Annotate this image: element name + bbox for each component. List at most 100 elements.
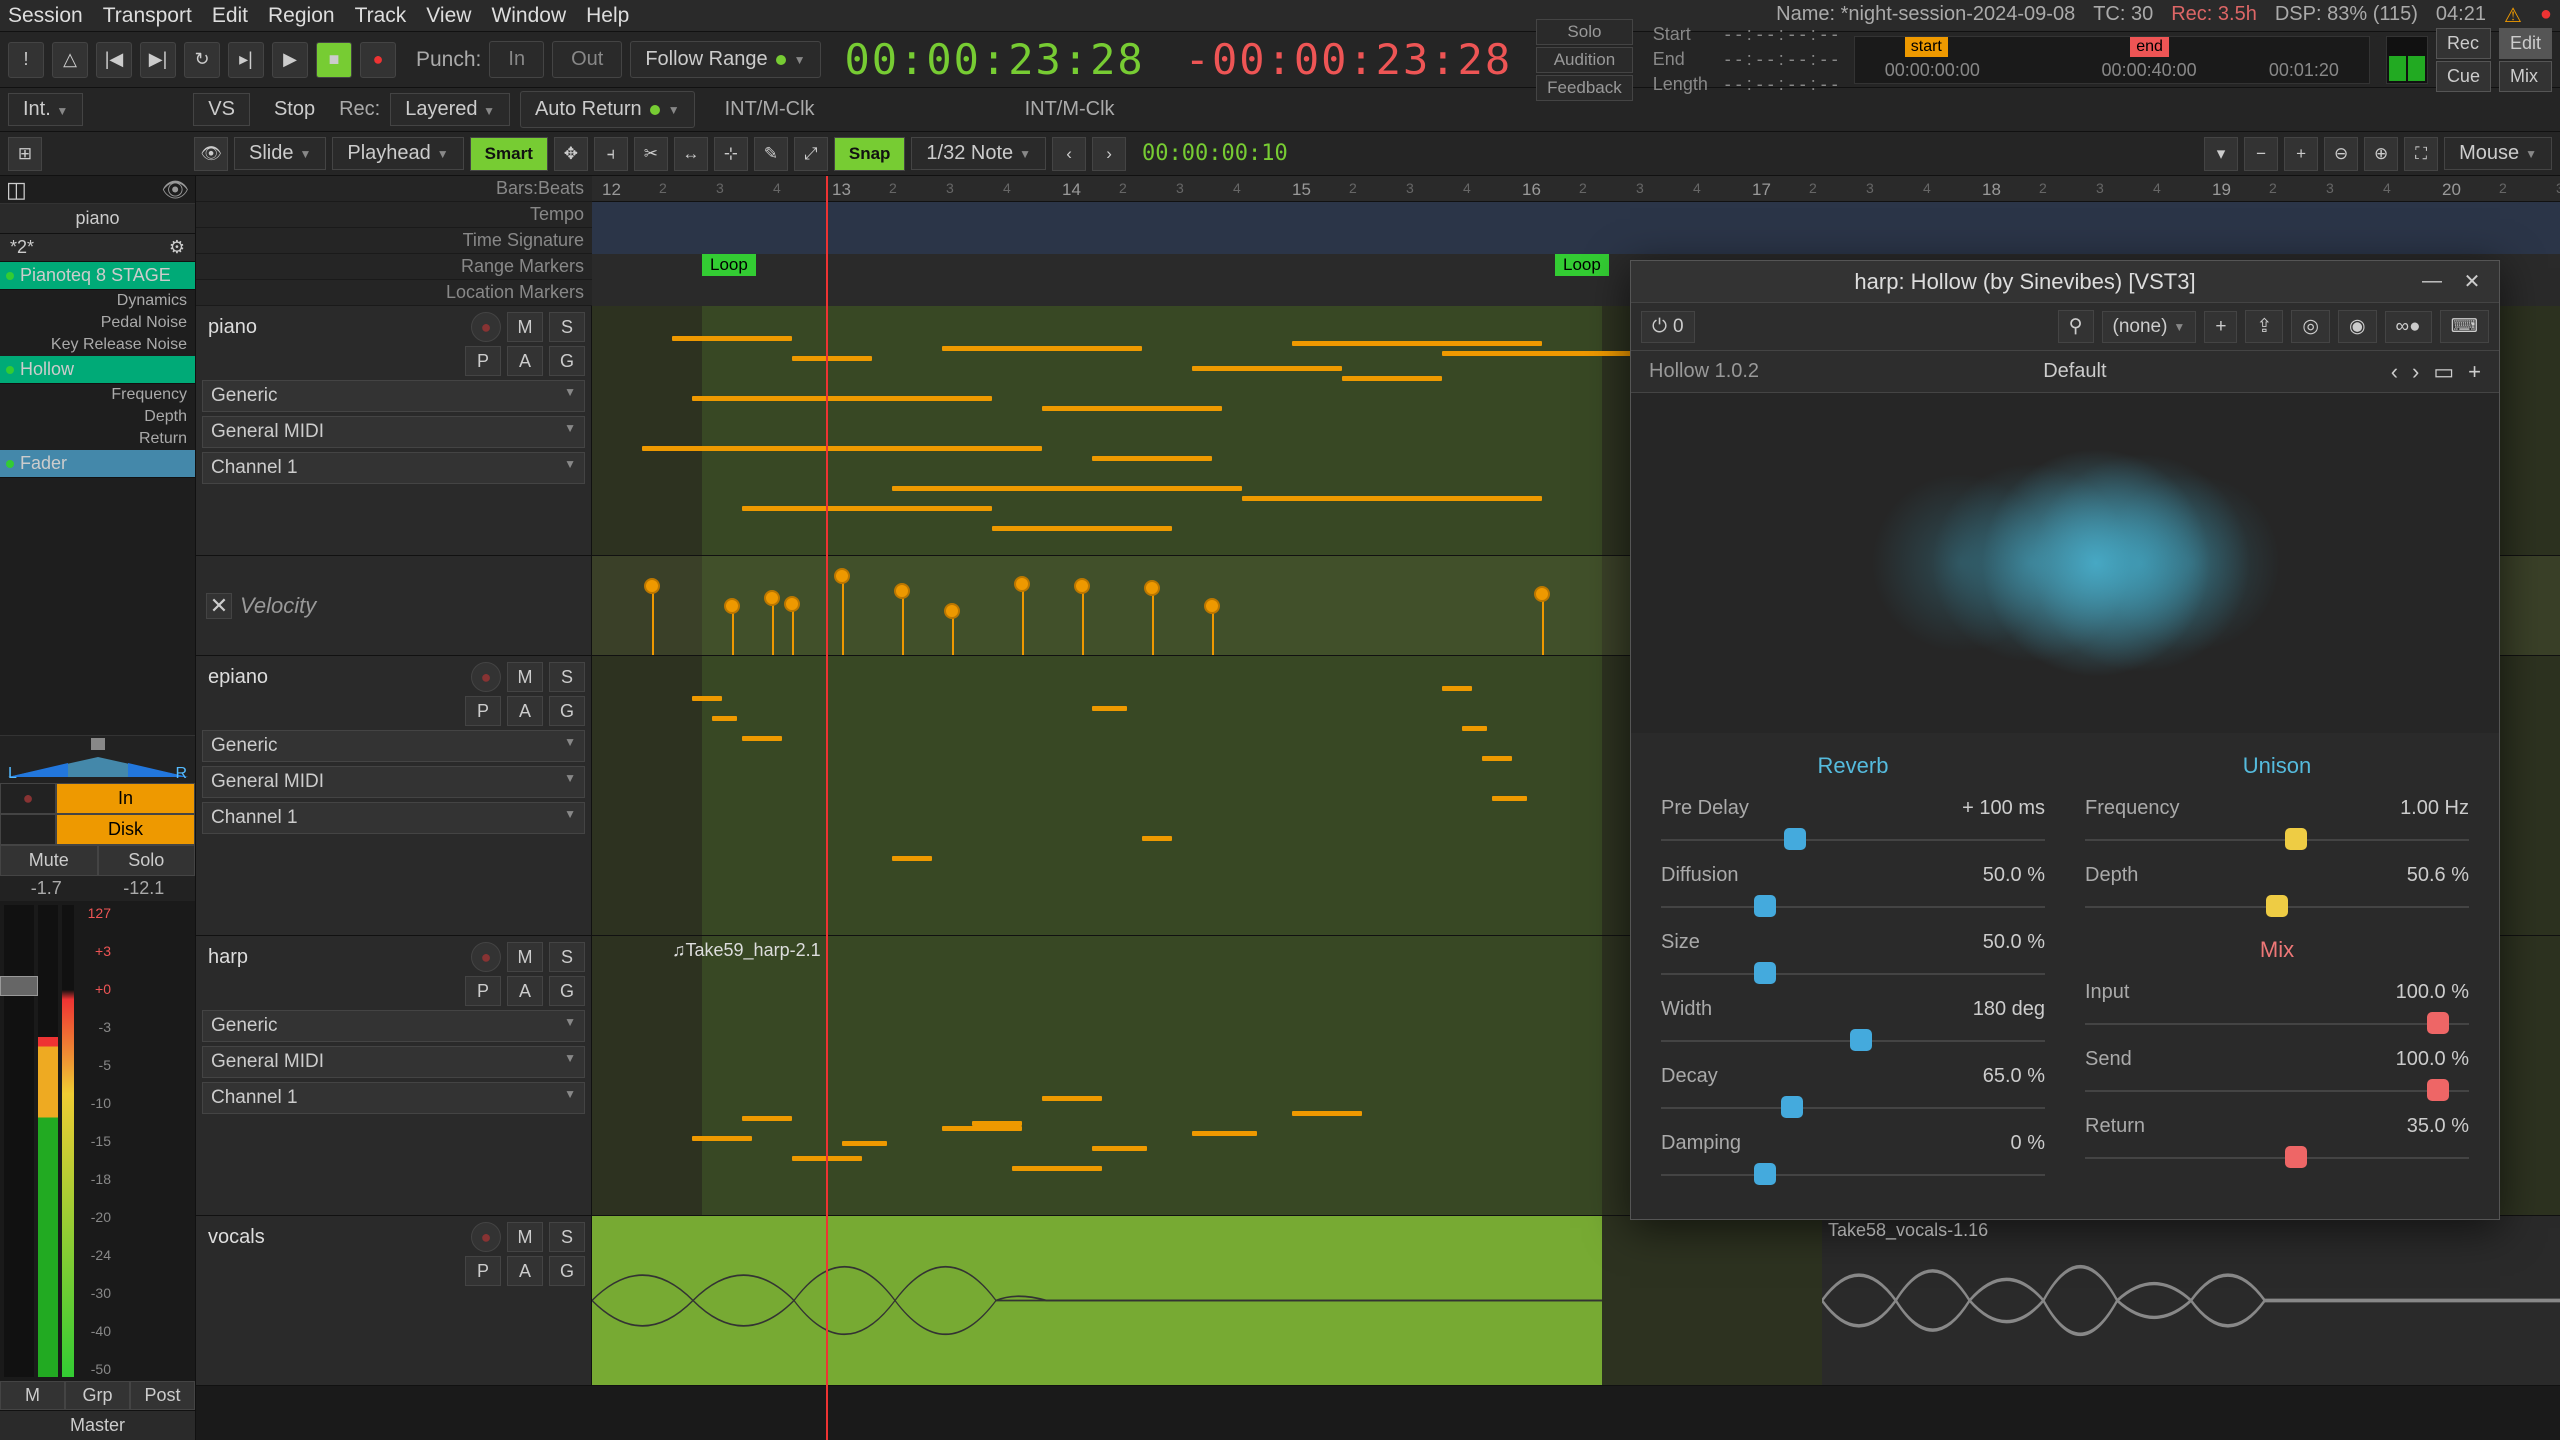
mini-timeline[interactable]: start end 00:00:00:00 00:00:40:00 00:01:… bbox=[1854, 36, 2370, 84]
track-header-harp[interactable]: harp●MSPAGGeneric▼General MIDI▼Channel 1… bbox=[196, 936, 592, 1215]
param-value-damping[interactable]: 0 % bbox=[1925, 1132, 2045, 1155]
play-button[interactable]: ▶ bbox=[272, 42, 308, 78]
midi-note[interactable] bbox=[1192, 366, 1342, 371]
track-a-button[interactable]: A bbox=[507, 346, 543, 376]
plugin-titlebar[interactable]: harp: Hollow (by Sinevibes) [VST3] — ✕ bbox=[1631, 261, 2499, 303]
track-mute-button[interactable]: M bbox=[507, 662, 543, 692]
param-value-diffusion[interactable]: 50.0 % bbox=[1925, 864, 2045, 887]
master-meter[interactable] bbox=[2386, 36, 2428, 84]
track-name[interactable]: epiano bbox=[202, 664, 465, 691]
tool-object-icon[interactable]: ⊞ bbox=[8, 137, 42, 171]
track-rec-button[interactable]: ● bbox=[471, 942, 501, 972]
status-error-icon[interactable]: ● bbox=[2540, 3, 2552, 28]
track-select[interactable]: Generic▼ bbox=[202, 730, 585, 762]
strip-width-icon[interactable]: ◫ bbox=[6, 177, 27, 203]
playhead[interactable] bbox=[826, 176, 828, 1440]
ruler-tempo-label[interactable]: Tempo bbox=[196, 202, 592, 228]
midi-note[interactable] bbox=[792, 356, 872, 361]
param-value-size[interactable]: 50.0 % bbox=[1925, 931, 2045, 954]
midi-note[interactable] bbox=[972, 1121, 1022, 1126]
marker-end[interactable]: end bbox=[2130, 37, 2169, 57]
plugin-param-key-release-noise[interactable]: Key Release Noise bbox=[0, 334, 195, 356]
zoom-out-v-icon[interactable]: − bbox=[2244, 137, 2278, 171]
tool-grab-icon[interactable]: ✥ bbox=[554, 137, 588, 171]
track-select[interactable]: Generic▼ bbox=[202, 380, 585, 412]
track-g-button[interactable]: G bbox=[549, 976, 585, 1006]
tool-stretch-icon[interactable]: ↔ bbox=[674, 137, 708, 171]
loop-button[interactable]: ↻ bbox=[184, 42, 220, 78]
record-button[interactable]: ● bbox=[360, 42, 396, 78]
plugin-automation-icon[interactable]: ◎ bbox=[2291, 310, 2330, 343]
midi-note[interactable] bbox=[742, 736, 782, 741]
plugin-fader[interactable]: Fader bbox=[0, 450, 195, 478]
plugin-param-return[interactable]: Return bbox=[0, 428, 195, 450]
midi-note[interactable] bbox=[1462, 726, 1487, 731]
track-select[interactable]: General MIDI▼ bbox=[202, 416, 585, 448]
param-slider-diffusion[interactable] bbox=[1661, 895, 2045, 917]
track-select[interactable]: Generic▼ bbox=[202, 1010, 585, 1042]
midi-note[interactable] bbox=[1092, 706, 1127, 711]
ruler-bars-label[interactable]: Bars:Beats bbox=[196, 176, 592, 202]
velocity-point[interactable] bbox=[724, 598, 740, 614]
midi-note[interactable] bbox=[742, 1116, 792, 1121]
track-content-vocals[interactable]: Take58_vocals-1.16 bbox=[592, 1216, 2560, 1385]
midi-note[interactable] bbox=[692, 396, 992, 401]
delta-timecode[interactable]: -00:00:23:28 bbox=[1169, 35, 1528, 84]
strip-gear-icon[interactable]: ⚙ bbox=[169, 237, 185, 258]
track-mute-button[interactable]: M bbox=[507, 942, 543, 972]
strip-gain-value[interactable]: -1.7 bbox=[31, 878, 62, 899]
zoom-focus-select[interactable]: Mouse▼ bbox=[2444, 137, 2552, 170]
play-range-button[interactable]: ▸| bbox=[228, 42, 264, 78]
strip-grp-button[interactable]: Grp bbox=[65, 1381, 130, 1410]
punch-in-button[interactable]: In bbox=[489, 41, 544, 78]
audio-region[interactable] bbox=[592, 1216, 1602, 1385]
param-value-decay[interactable]: 65.0 % bbox=[1925, 1065, 2045, 1088]
plugin-latency-icon[interactable]: ∞● bbox=[2385, 311, 2432, 343]
plugin-param-frequency[interactable]: Frequency bbox=[0, 384, 195, 406]
track-select[interactable]: General MIDI▼ bbox=[202, 1046, 585, 1078]
midi-note[interactable] bbox=[1142, 836, 1172, 841]
plugin-analysis-icon[interactable]: ◉ bbox=[2338, 310, 2377, 343]
zoom-preset-button[interactable]: ▾ bbox=[2204, 137, 2238, 171]
grid-select[interactable]: 1/32 Note▼ bbox=[911, 137, 1046, 170]
follow-range-select[interactable]: Follow Range▼ bbox=[630, 41, 820, 78]
midi-note[interactable] bbox=[712, 716, 737, 721]
marker-start[interactable]: start bbox=[1905, 37, 1948, 57]
plugin-param-dynamics[interactable]: Dynamics bbox=[0, 290, 195, 312]
plugin-keyboard-icon[interactable]: ⌨ bbox=[2440, 310, 2489, 343]
param-slider-depth[interactable] bbox=[2085, 895, 2469, 917]
plugin-preset-select[interactable]: (none) ▼ bbox=[2102, 311, 2197, 343]
midi-note[interactable] bbox=[1482, 756, 1512, 761]
track-header-vocals[interactable]: vocals●MSPAG bbox=[196, 1216, 592, 1385]
strip-fader[interactable] bbox=[4, 905, 34, 1377]
zoom-in-h-icon[interactable]: ⊕ bbox=[2364, 137, 2398, 171]
velocity-point[interactable] bbox=[784, 596, 800, 612]
param-value-width[interactable]: 180 deg bbox=[1925, 998, 2045, 1021]
track-p-button[interactable]: P bbox=[465, 346, 501, 376]
tool-edit-icon[interactable]: ⤢ bbox=[794, 137, 828, 171]
tool-draw-icon[interactable]: ✎ bbox=[754, 137, 788, 171]
midi-note[interactable] bbox=[1442, 351, 1642, 356]
menu-window[interactable]: Window bbox=[491, 4, 566, 28]
param-value-depth[interactable]: 50.6 % bbox=[2349, 864, 2469, 887]
rec-page-button[interactable]: Rec bbox=[2436, 28, 2491, 59]
track-rec-button[interactable]: ● bbox=[471, 312, 501, 342]
midi-note[interactable] bbox=[1092, 1146, 1147, 1151]
nudge-clock[interactable]: 00:00:00:10 bbox=[1132, 141, 1298, 166]
param-value-pre-delay[interactable]: + 100 ms bbox=[1925, 797, 2045, 820]
goto-end-button[interactable]: ▶| bbox=[140, 42, 176, 78]
ruler-range-label[interactable]: Range Markers bbox=[196, 254, 592, 280]
plugin-pin-icon[interactable]: ⚲ bbox=[2058, 310, 2094, 343]
midi-note[interactable] bbox=[1192, 1131, 1257, 1136]
track-name[interactable]: vocals bbox=[202, 1224, 465, 1251]
mix-page-button[interactable]: Mix bbox=[2499, 61, 2552, 92]
strip-track-name[interactable]: piano bbox=[0, 204, 195, 234]
strip-monitor-disk-button[interactable]: Disk bbox=[56, 814, 195, 845]
track-select[interactable]: Channel 1▼ bbox=[202, 802, 585, 834]
edit-page-button[interactable]: Edit bbox=[2499, 28, 2552, 59]
strip-output-label[interactable]: Master bbox=[0, 1410, 195, 1440]
plugin-add-preset-icon[interactable]: + bbox=[2204, 311, 2237, 343]
track-p-button[interactable]: P bbox=[465, 696, 501, 726]
plugin-minimize-icon[interactable]: — bbox=[2417, 267, 2447, 297]
track-rec-button[interactable]: ● bbox=[471, 1222, 501, 1252]
